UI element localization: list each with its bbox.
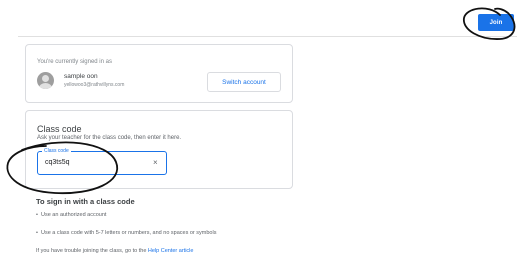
trouble-text: If you have trouble joining the class, g… [36,248,193,254]
avatar-head-icon [42,75,49,82]
trouble-message: If you have trouble joining the class, g… [36,248,148,254]
instructions-title: To sign in with a class code [36,197,135,206]
instruction-item: • Use a class code with 5-7 letters or n… [36,230,217,236]
instruction-text: Use a class code with 5-7 letters or num… [40,230,217,236]
avatar [37,72,54,89]
signed-in-label: You're currently signed in as [37,59,112,65]
class-code-field-label: Class code [42,147,71,155]
instruction-text: Use an authorized account [40,212,107,218]
avatar-body-icon [39,83,52,89]
instructions-section: To sign in with a class code • Use an au… [36,197,216,236]
class-code-card: Class code Ask your teacher for the clas… [25,110,293,189]
class-code-input[interactable] [45,159,145,166]
header-divider [18,36,517,37]
class-code-field[interactable]: Class code × [37,147,167,175]
switch-account-button[interactable]: Switch account [207,72,281,92]
account-card: You're currently signed in as sample oon… [25,44,293,103]
class-code-help: Ask your teacher for the class code, the… [37,135,182,141]
clear-icon[interactable]: × [153,158,158,168]
instruction-item: • Use an authorized account [36,212,107,218]
help-center-link[interactable]: Help Center article [148,248,194,254]
top-bar: Join [0,0,517,37]
user-email: yellowoo3@rathvillyns.com [64,82,125,88]
user-name: sample oon [64,73,98,80]
class-code-title: Class code [37,124,82,134]
join-button[interactable]: Join [478,14,514,31]
